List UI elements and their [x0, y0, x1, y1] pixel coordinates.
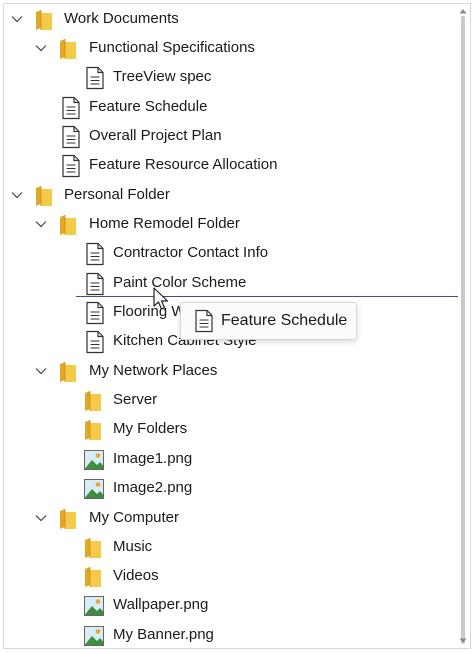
tree-item-contractor-contact-info[interactable]: Contractor Contact Info	[4, 239, 456, 268]
document-icon	[86, 272, 104, 296]
folder-icon	[60, 362, 76, 382]
folder-icon	[85, 420, 101, 440]
tree-item-paint-color-scheme[interactable]: Paint Color Scheme	[4, 269, 456, 298]
tree-item-feature-resource-allocation[interactable]: Feature Resource Allocation	[4, 151, 456, 180]
tree-item-label: TreeView spec	[113, 68, 212, 85]
tree-item-label: Work Documents	[64, 10, 179, 27]
tree-item-my-computer[interactable]: My Computer	[4, 504, 456, 533]
tree-item-label: Flooring W	[113, 303, 186, 320]
tree-item-personal-folder[interactable]: Personal Folder	[4, 181, 456, 210]
tree-item-label: Personal Folder	[64, 186, 170, 203]
folder-icon	[60, 509, 76, 529]
folder-icon	[60, 215, 76, 235]
document-icon	[62, 125, 80, 149]
document-icon	[86, 330, 104, 354]
tree-item-my-folders[interactable]: My Folders	[4, 415, 456, 444]
tree-item-label: Image1.png	[113, 450, 193, 467]
tree-item-feature-schedule[interactable]: Feature Schedule	[4, 93, 456, 122]
tree-item-label: Server	[113, 391, 158, 408]
tree-item-server[interactable]: Server	[4, 386, 456, 415]
tree-item-my-banner[interactable]: My Banner.png	[4, 621, 456, 648]
chevron-down-icon[interactable]	[35, 218, 47, 230]
folder-icon	[36, 186, 52, 206]
tree-item-label: Overall Project Plan	[89, 127, 222, 144]
folder-icon	[60, 39, 76, 59]
tree-item-label: My Banner.png	[113, 626, 214, 643]
document-icon	[86, 301, 104, 325]
tree-item-label: My Network Places	[89, 362, 218, 379]
tree-item-label: Music	[113, 538, 153, 555]
tree-item-label: Feature Schedule	[89, 98, 208, 115]
scroll-down-arrow-icon[interactable]	[459, 638, 467, 644]
image-icon	[84, 596, 104, 616]
chevron-down-icon[interactable]	[35, 512, 47, 524]
document-icon	[62, 96, 80, 120]
tree-item-label: Feature Resource Allocation	[89, 156, 278, 173]
tree-item-label: Contractor Contact Info	[113, 244, 269, 261]
folder-icon	[85, 391, 101, 411]
tree-item-wallpaper[interactable]: Wallpaper.png	[4, 591, 456, 620]
document-icon	[195, 309, 213, 333]
tree-item-image2[interactable]: Image2.png	[4, 474, 456, 503]
chevron-down-icon[interactable]	[35, 365, 47, 377]
image-icon	[84, 479, 104, 499]
scroll-up-arrow-icon[interactable]	[459, 8, 467, 14]
drag-preview-tooltip: Feature Schedule	[180, 302, 357, 340]
image-icon	[84, 450, 104, 470]
tree-item-overall-project-plan[interactable]: Overall Project Plan	[4, 122, 456, 151]
drop-indicator-line	[76, 296, 458, 297]
chevron-down-icon[interactable]	[11, 13, 23, 25]
document-icon	[62, 154, 80, 178]
document-icon	[86, 66, 104, 90]
image-icon	[84, 626, 104, 646]
tree-item-label: Functional Specifications	[89, 39, 255, 56]
folder-icon	[85, 538, 101, 558]
scrollbar-thumb[interactable]	[461, 16, 465, 644]
tree-item-label: My Computer	[89, 509, 180, 526]
tree-item-label: My Folders	[113, 420, 188, 437]
tree-item-home-remodel-folder[interactable]: Home Remodel Folder	[4, 210, 456, 239]
chevron-down-icon[interactable]	[35, 42, 47, 54]
folder-icon	[36, 10, 52, 30]
tree-item-label: Image2.png	[113, 479, 193, 496]
tree-item-label: Videos	[113, 567, 159, 584]
folder-icon	[85, 567, 101, 587]
mouse-cursor-icon	[153, 287, 169, 310]
document-icon	[86, 242, 104, 266]
tree-item-functional-specifications[interactable]: Functional Specifications	[4, 34, 456, 63]
tree-item-label: Paint Color Scheme	[113, 274, 247, 291]
tree-item-label: Wallpaper.png	[113, 596, 209, 613]
chevron-down-icon[interactable]	[11, 189, 23, 201]
tree-item-music[interactable]: Music	[4, 533, 456, 562]
tree-item-label: Home Remodel Folder	[89, 215, 240, 232]
drag-preview-label: Feature Schedule	[221, 312, 348, 329]
tree-item-image1[interactable]: Image1.png	[4, 445, 456, 474]
tree-item-videos[interactable]: Videos	[4, 562, 456, 591]
tree-item-treeview-spec[interactable]: TreeView spec	[4, 63, 456, 92]
tree-item-my-network-places[interactable]: My Network Places	[4, 357, 456, 386]
tree-item-work-documents[interactable]: Work Documents	[4, 5, 456, 34]
